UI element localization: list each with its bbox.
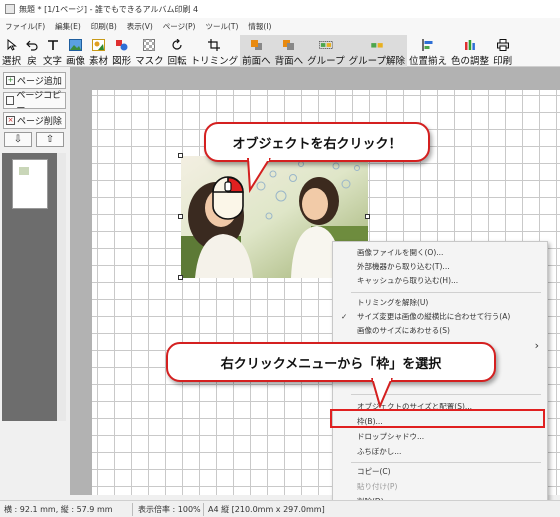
menu-item-import-device[interactable]: 外部機器から取り込む(T)... xyxy=(333,260,547,273)
rotate-icon xyxy=(170,38,184,51)
bring-front-button[interactable]: 前面へ xyxy=(240,35,273,67)
text-button[interactable]: 文字 xyxy=(41,35,64,67)
bring-front-icon xyxy=(249,38,263,51)
align-button[interactable]: 位置揃え xyxy=(407,35,449,67)
plus-icon: + xyxy=(6,76,15,85)
send-back-button[interactable]: 背面へ xyxy=(272,35,306,67)
clipart-icon xyxy=(92,38,106,51)
status-divider xyxy=(203,503,204,516)
mask-button[interactable]: マスク xyxy=(133,35,166,67)
menu-print[interactable]: 印刷(B) xyxy=(86,21,122,32)
menu-file[interactable]: ファイル(F) xyxy=(0,21,50,32)
callout-right-click: オブジェクトを右クリック！ xyxy=(204,122,430,162)
print-icon xyxy=(496,38,510,51)
menu-item-drop-shadow[interactable]: ドロップシャドウ... xyxy=(333,430,547,443)
clipart-button[interactable]: 素材 xyxy=(87,35,110,67)
ungroup-icon xyxy=(370,38,384,51)
status-zoom: 表示倍率 : 100% xyxy=(138,505,201,514)
callout-select-frame: 右クリックメニューから「枠」を選択 xyxy=(166,342,496,382)
arrow-down-icon: ⇩ xyxy=(13,134,23,145)
group-button[interactable]: グループ xyxy=(305,35,347,67)
resize-handle[interactable] xyxy=(365,214,370,219)
arrow-up-icon: ⇧ xyxy=(45,134,55,145)
cursor-icon xyxy=(5,38,19,51)
menu-view[interactable]: 表示(V) xyxy=(122,21,158,32)
status-paper-size: A4 縦 [210.0mm x 297.0mm] xyxy=(208,505,325,514)
print-button[interactable]: 印刷 xyxy=(491,35,514,67)
send-back-icon xyxy=(282,38,296,51)
rotate-button[interactable]: 回転 xyxy=(166,35,189,67)
delete-page-button[interactable]: × ページ削除 xyxy=(3,112,66,129)
window-title: 無題 * [1/1ページ] - 誰でもできるアルバム印刷 4 xyxy=(19,4,199,14)
menu-bar: ファイル(F) 編集(E) 印刷(B) 表示(V) ページ(P) ツール(T) … xyxy=(0,18,560,35)
copy-page-button[interactable]: ページコピー xyxy=(3,91,66,114)
color-adjust-button[interactable]: 色の調整 xyxy=(449,35,491,67)
menu-tools[interactable]: ツール(T) xyxy=(200,21,243,32)
image-button[interactable]: 画像 xyxy=(64,35,87,67)
menu-item-fit-image-size[interactable]: 画像のサイズにあわせる(S) xyxy=(333,324,547,337)
mask-icon xyxy=(142,38,156,51)
callout-pointer xyxy=(247,158,271,194)
thumbnail-scrollbar[interactable] xyxy=(57,153,66,421)
undo-button[interactable]: 戻 xyxy=(23,35,41,67)
image-icon xyxy=(69,38,83,51)
align-icon xyxy=(421,38,435,51)
checkmark-icon: ✓ xyxy=(341,312,348,321)
move-page-down-button[interactable]: ⇩ xyxy=(4,132,32,147)
status-object-size: 横 : 92.1 mm, 縦 : 57.9 mm xyxy=(4,505,113,514)
undo-icon xyxy=(25,38,39,51)
delete-icon: × xyxy=(6,116,15,125)
frame-item-highlight xyxy=(330,409,545,428)
mouse-icon xyxy=(212,176,244,220)
ungroup-button[interactable]: グループ解除 xyxy=(346,35,408,67)
menu-page[interactable]: ページ(P) xyxy=(158,21,201,32)
app-icon xyxy=(5,4,15,14)
submenu-arrow-icon: › xyxy=(534,339,539,352)
menu-item-paste: 貼り付け(P) xyxy=(357,482,398,491)
copy-icon xyxy=(6,96,15,105)
resize-handle[interactable] xyxy=(178,153,183,158)
menu-info[interactable]: 情報(I) xyxy=(243,21,276,32)
color-adjust-icon xyxy=(463,38,477,51)
callout-pointer xyxy=(371,378,393,408)
status-divider xyxy=(132,503,133,516)
page-thumbnail[interactable] xyxy=(12,159,48,209)
thumbnail-photo xyxy=(19,167,29,175)
menu-separator xyxy=(351,462,541,463)
add-page-button[interactable]: + ページ追加 xyxy=(3,72,66,89)
select-button[interactable]: 選択 xyxy=(0,35,23,67)
resize-handle[interactable] xyxy=(178,275,183,280)
shapes-icon xyxy=(115,38,129,51)
menu-item-cancel-trim[interactable]: トリミングを解除(U) xyxy=(333,296,547,309)
move-page-up-button[interactable]: ⇧ xyxy=(36,132,64,147)
page-thumbnail-list xyxy=(2,153,66,421)
title-bar: 無題 * [1/1ページ] - 誰でもできるアルバム印刷 4 xyxy=(0,0,560,18)
toolbar: 選択 戻 文字 画像 素材 図形 マスク 回転 トリミング 前面へ 背面へ グル… xyxy=(0,35,560,67)
page-panel: + ページ追加 ページコピー × ページ削除 ⇩ ⇧ xyxy=(0,67,68,500)
shapes-button[interactable]: 図形 xyxy=(110,35,133,67)
group-icon xyxy=(318,38,333,51)
menu-item-feather[interactable]: ふちぼかし... xyxy=(333,445,547,458)
menu-edit[interactable]: 編集(E) xyxy=(50,21,86,32)
menu-item-open-image[interactable]: 画像ファイルを開く(O)... xyxy=(333,246,547,259)
text-icon xyxy=(46,38,60,51)
resize-handle[interactable] xyxy=(178,214,183,219)
menu-item-copy[interactable]: コピー(C) xyxy=(333,465,547,478)
status-bar: 横 : 92.1 mm, 縦 : 57.9 mm 表示倍率 : 100% A4 … xyxy=(0,500,560,517)
crop-icon xyxy=(207,38,221,51)
crop-button[interactable]: トリミング xyxy=(189,35,241,67)
menu-item-keep-aspect[interactable]: ✓ サイズ変更は画像の縦横比に合わせて行う(A) xyxy=(333,310,547,323)
menu-item-import-cache[interactable]: キャッシュから取り込む(H)... xyxy=(333,274,547,287)
menu-separator xyxy=(351,292,541,293)
